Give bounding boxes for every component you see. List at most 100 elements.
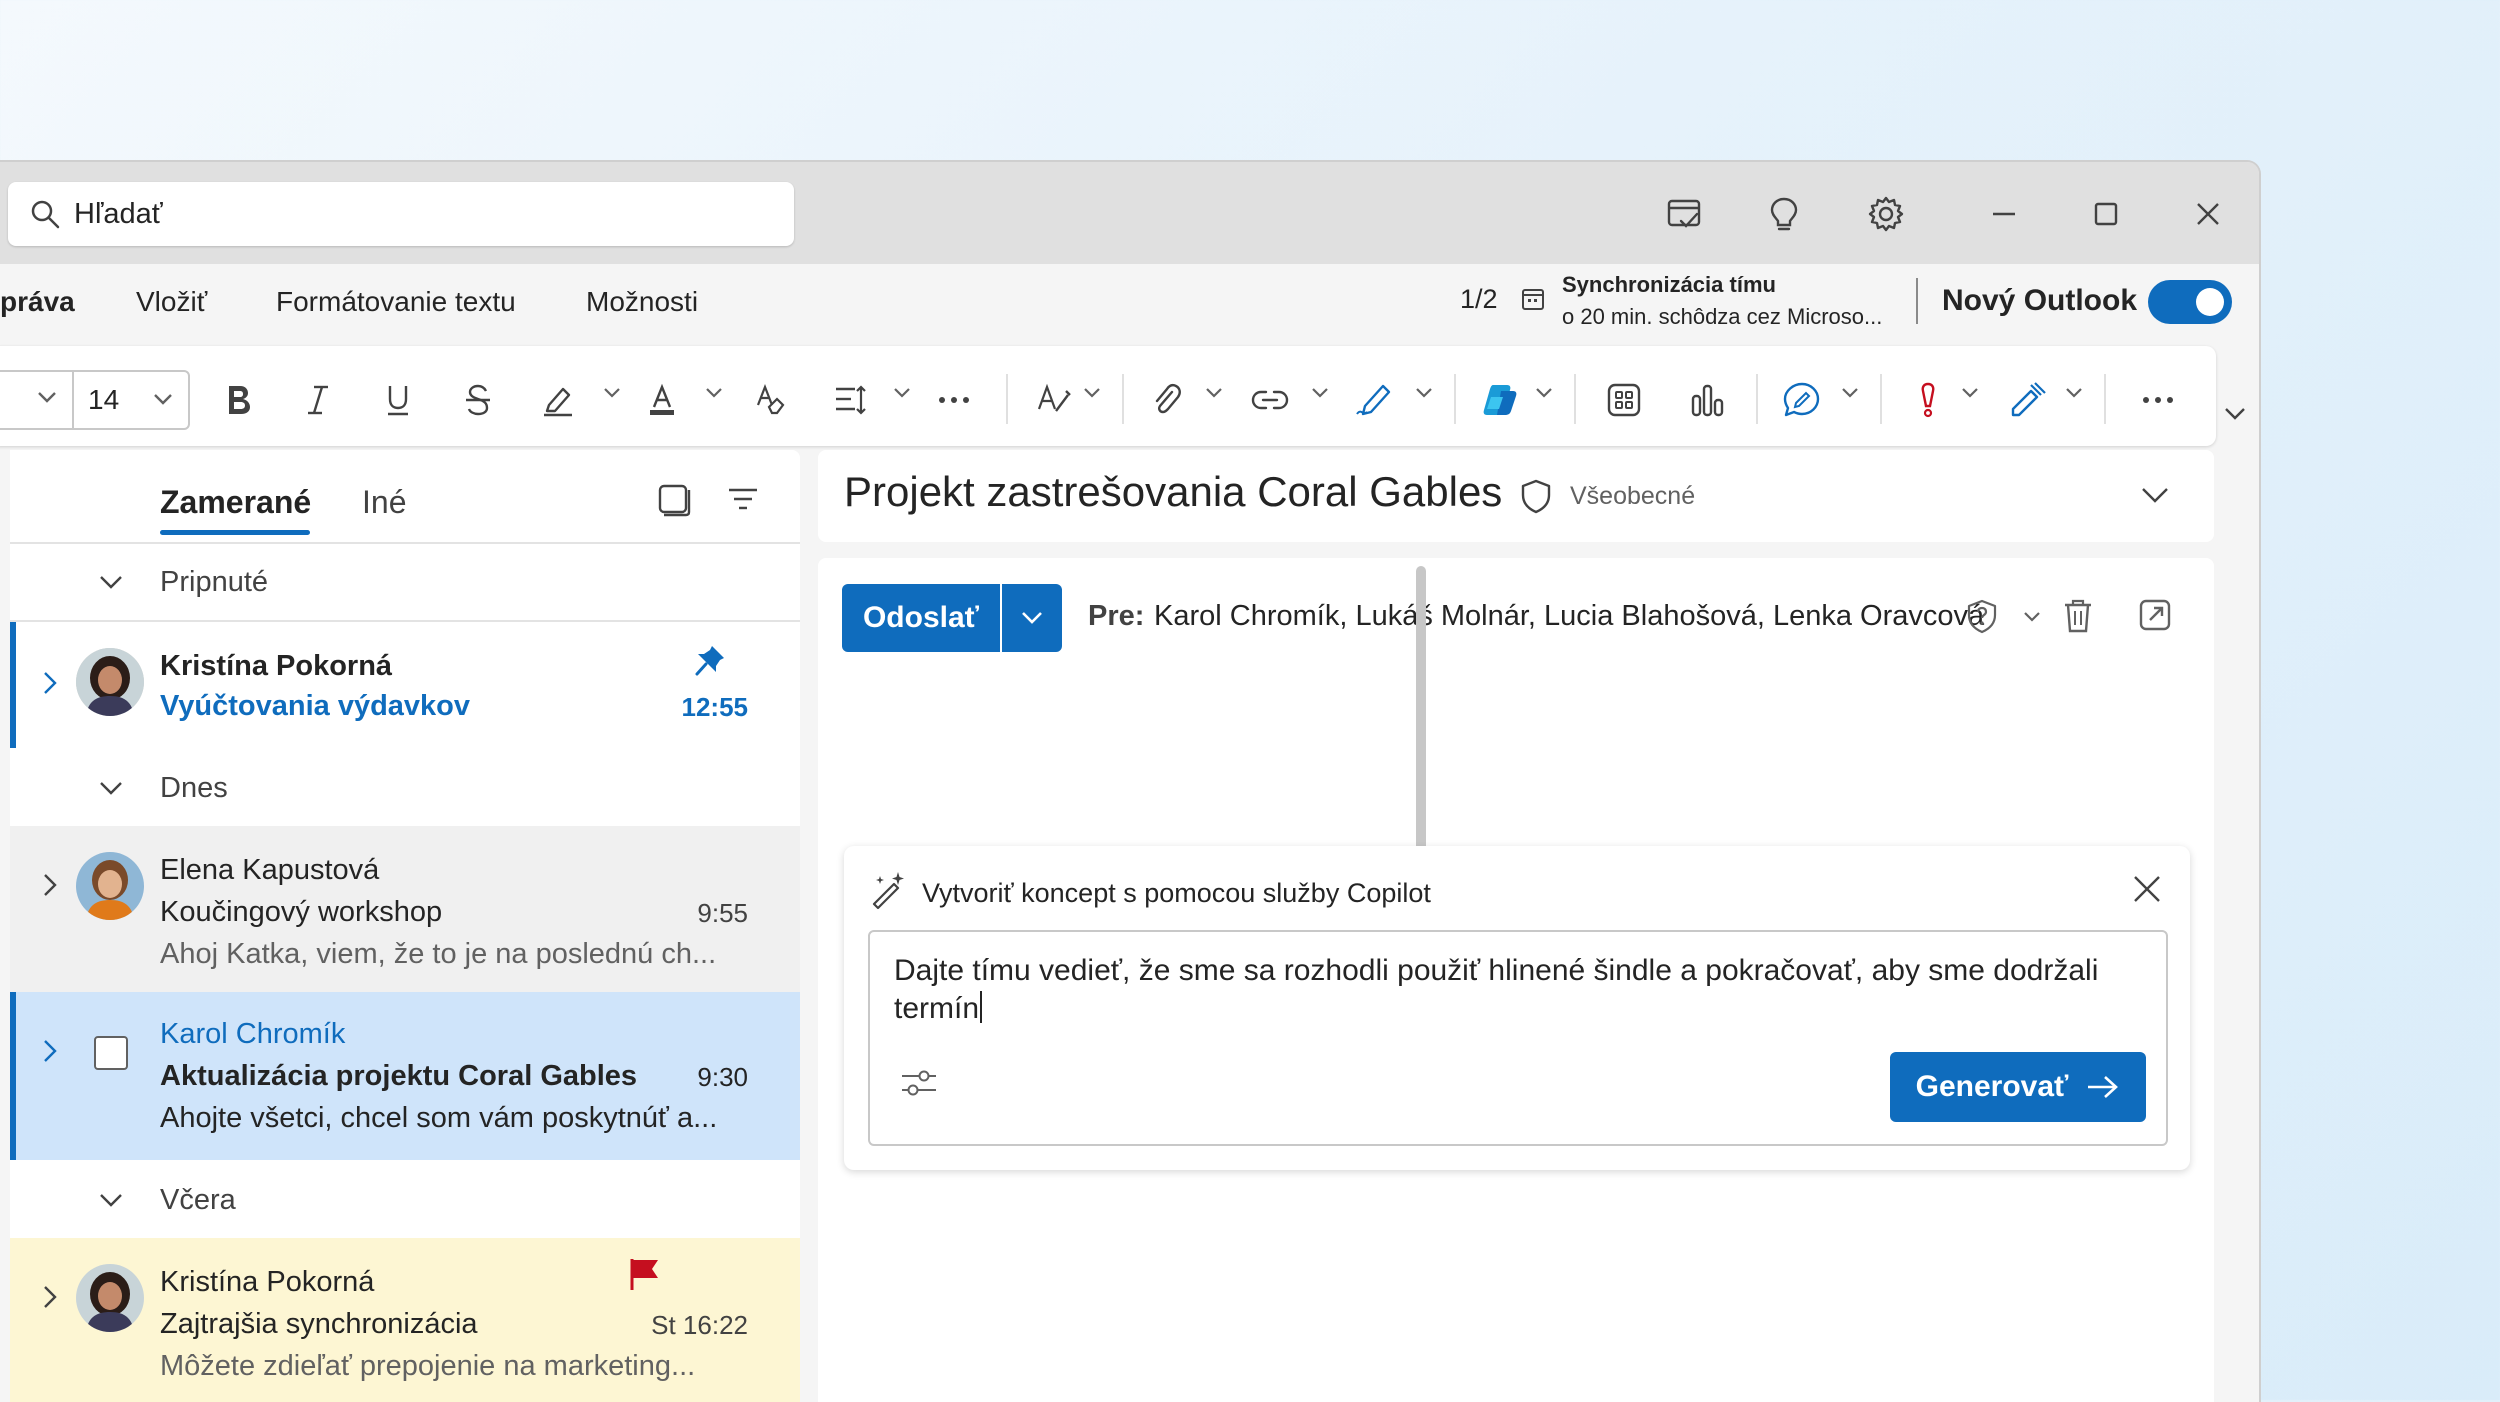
styles-chevron-icon[interactable] bbox=[1082, 386, 1102, 400]
pin-icon[interactable] bbox=[694, 644, 726, 678]
list-item[interactable]: Elena Kapustová Koučingový workshop 9:55… bbox=[10, 826, 800, 992]
close-window-icon[interactable] bbox=[2176, 182, 2240, 246]
dictate-chevron-icon[interactable] bbox=[1840, 386, 1860, 400]
send-options-button[interactable] bbox=[1002, 584, 1062, 652]
delete-draft-icon[interactable] bbox=[2062, 598, 2094, 634]
settings-gear-icon[interactable] bbox=[1854, 182, 1918, 246]
copilot-icon[interactable] bbox=[1476, 376, 1524, 424]
font-size-picker[interactable]: 14 bbox=[0, 370, 190, 430]
tab-options[interactable]: Možnosti bbox=[586, 286, 698, 318]
filter-icon[interactable] bbox=[726, 484, 760, 514]
link-chevron-icon[interactable] bbox=[1310, 386, 1330, 400]
message-preview: Ahoj Katka, viem, že to je na poslednú c… bbox=[160, 938, 717, 970]
copilot-title: Vytvoriť koncept s pomocou služby Copilo… bbox=[922, 878, 1431, 908]
font-color-chevron-icon[interactable] bbox=[704, 386, 724, 400]
message-preview: Môžete zdieľať prepojenie na marketing..… bbox=[160, 1350, 696, 1382]
paragraph-chevron-icon[interactable] bbox=[892, 386, 912, 400]
font-family-chevron-icon[interactable] bbox=[36, 390, 58, 404]
ribbon-expand-chevron-icon[interactable] bbox=[2223, 406, 2247, 422]
divider bbox=[1454, 374, 1456, 424]
apps-icon[interactable] bbox=[1600, 376, 1648, 424]
flag-icon[interactable] bbox=[628, 1256, 662, 1292]
underline-icon[interactable] bbox=[374, 376, 422, 424]
text-caret bbox=[980, 991, 983, 1023]
paragraph-spacing-icon[interactable] bbox=[826, 376, 874, 424]
adjust-settings-icon[interactable] bbox=[900, 1066, 938, 1100]
meeting-reminder-subtitle[interactable]: o 20 min. schôdza cez Microso... bbox=[1562, 304, 1882, 330]
list-item[interactable]: Kristína Pokorná Vyúčtovania výdavkov 12… bbox=[10, 622, 800, 748]
highlight-chevron-icon[interactable] bbox=[602, 386, 622, 400]
list-item[interactable]: Karol Chromík Aktualizácia projektu Cora… bbox=[10, 992, 800, 1160]
focused-tab-indicator bbox=[160, 530, 310, 535]
marker-chevron-icon[interactable] bbox=[2064, 386, 2084, 400]
lightbulb-icon[interactable] bbox=[1752, 182, 1816, 246]
font-size-chevron-icon[interactable] bbox=[152, 392, 174, 406]
list-item[interactable]: Kristína Pokorná Zajtrajšia synchronizác… bbox=[10, 1238, 800, 1402]
italic-icon[interactable] bbox=[294, 376, 342, 424]
avatar bbox=[76, 1264, 144, 1332]
font-color-icon[interactable] bbox=[638, 376, 686, 424]
expand-thread-chevron-icon[interactable] bbox=[42, 1038, 58, 1064]
strikethrough-icon[interactable] bbox=[454, 376, 502, 424]
select-checkbox[interactable] bbox=[94, 1036, 128, 1070]
select-mode-icon[interactable] bbox=[656, 482, 692, 518]
group-header-today[interactable]: Dnes bbox=[10, 750, 800, 826]
sensitivity-label[interactable]: Všeobecné bbox=[1570, 482, 1695, 511]
signature-icon[interactable] bbox=[1350, 376, 1398, 424]
tab-insert[interactable]: Vložiť bbox=[136, 286, 207, 318]
reminder-counter[interactable]: 1/2 bbox=[1460, 284, 1498, 315]
editor-styles-icon[interactable] bbox=[1030, 376, 1078, 424]
recipients-chevron-icon[interactable] bbox=[2022, 610, 2042, 624]
chart-insights-icon[interactable] bbox=[1684, 376, 1732, 424]
send-button[interactable]: Odoslať bbox=[842, 584, 1000, 652]
avatar bbox=[76, 852, 144, 920]
expand-chevron-icon[interactable] bbox=[2140, 486, 2170, 504]
expand-thread-chevron-icon[interactable] bbox=[42, 872, 58, 898]
dictate-chat-icon[interactable] bbox=[1778, 376, 1826, 424]
clear-formatting-icon[interactable] bbox=[746, 376, 794, 424]
pop-out-icon[interactable] bbox=[2138, 598, 2172, 632]
conversation-header: Projekt zastrešovania Coral Gables Všeob… bbox=[818, 450, 2214, 542]
divider bbox=[2104, 374, 2106, 424]
subject: Aktualizácia projektu Coral Gables bbox=[160, 1060, 638, 1092]
tab-message[interactable]: práva bbox=[0, 286, 75, 355]
highlight-icon[interactable] bbox=[534, 376, 582, 424]
attach-file-icon[interactable] bbox=[1142, 376, 1190, 424]
shield-question-icon[interactable] bbox=[1966, 598, 1998, 634]
font-size-value: 14 bbox=[88, 384, 120, 415]
link-icon[interactable] bbox=[1246, 376, 1294, 424]
maximize-icon[interactable] bbox=[2074, 182, 2138, 246]
magic-pen-icon bbox=[868, 870, 908, 910]
to-recipients[interactable]: Karol Chromík, Lukáš Molnár, Lucia Blaho… bbox=[1154, 600, 1984, 633]
expand-thread-chevron-icon[interactable] bbox=[42, 670, 58, 696]
generate-button[interactable]: Generovať bbox=[1890, 1052, 2146, 1122]
copilot-chevron-icon[interactable] bbox=[1534, 386, 1554, 400]
tab-focused[interactable]: Zamerané bbox=[160, 484, 311, 521]
more-formatting-icon[interactable] bbox=[930, 376, 978, 424]
importance-high-icon[interactable] bbox=[1904, 376, 1952, 424]
sensitivity-marker-icon[interactable] bbox=[2004, 376, 2052, 424]
more-options-icon[interactable] bbox=[2134, 376, 2182, 424]
expand-thread-chevron-icon[interactable] bbox=[42, 1284, 58, 1310]
group-header-yesterday[interactable]: Včera bbox=[10, 1162, 800, 1238]
attach-chevron-icon[interactable] bbox=[1204, 386, 1224, 400]
shield-icon bbox=[1520, 478, 1552, 514]
search-box[interactable] bbox=[8, 182, 794, 246]
group-header-pinned[interactable]: Pripnuté bbox=[10, 544, 800, 622]
formatting-toolbar: 14 bbox=[0, 346, 2216, 446]
mail-list: Zamerané Iné Pripnuté Kristína Pokorná V… bbox=[10, 450, 800, 1402]
search-input[interactable] bbox=[72, 196, 756, 232]
meeting-reminder-title[interactable]: Synchronizácia tímu bbox=[1562, 272, 1776, 298]
tab-other[interactable]: Iné bbox=[362, 484, 406, 521]
tab-format-text[interactable]: Formátovanie textu bbox=[276, 286, 516, 318]
new-outlook-toggle[interactable] bbox=[2148, 280, 2232, 324]
minimize-icon[interactable] bbox=[1972, 182, 2036, 246]
calendar-icon bbox=[1520, 286, 1546, 312]
importance-chevron-icon[interactable] bbox=[1960, 386, 1980, 400]
copilot-prompt-input[interactable]: Dajte tímu vedieť, že sme sa rozhodli po… bbox=[868, 930, 2168, 1146]
bold-icon[interactable] bbox=[214, 376, 262, 424]
divider bbox=[1122, 374, 1124, 424]
signature-chevron-icon[interactable] bbox=[1414, 386, 1434, 400]
tasks-icon[interactable] bbox=[1652, 182, 1716, 246]
close-icon[interactable] bbox=[2130, 872, 2164, 906]
